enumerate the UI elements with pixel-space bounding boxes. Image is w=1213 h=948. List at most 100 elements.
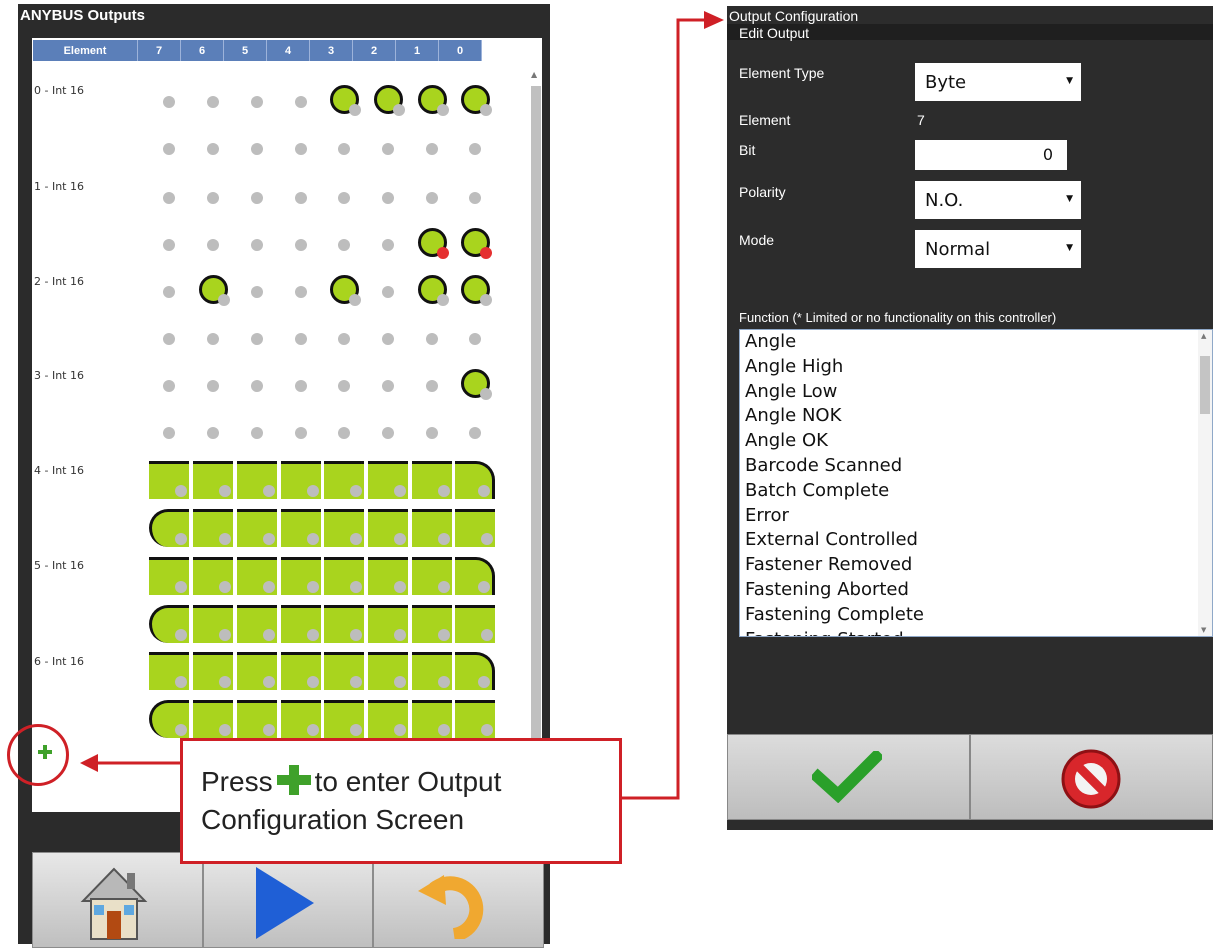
bit-on-block[interactable]: [281, 509, 321, 547]
bit-on-indicator[interactable]: [330, 275, 361, 306]
bit-on-block[interactable]: [281, 461, 321, 499]
bit-off-indicator[interactable]: [382, 143, 394, 155]
function-listbox[interactable]: Angle Angle High Angle Low Angle NOK Angle O…: [739, 329, 1213, 637]
function-option[interactable]: Angle Low: [740, 380, 1212, 405]
bit-on-indicator[interactable]: [461, 228, 492, 259]
bit-off-indicator[interactable]: [382, 286, 394, 298]
function-option[interactable]: Angle OK: [740, 429, 1212, 454]
grid-scrollbar[interactable]: ▲: [528, 38, 542, 812]
bit-on-block[interactable]: [324, 461, 364, 499]
bit-off-indicator[interactable]: [382, 192, 394, 204]
function-option[interactable]: Angle: [740, 330, 1212, 355]
bit-off-indicator[interactable]: [295, 333, 307, 345]
scroll-up-icon[interactable]: ▲: [531, 70, 537, 79]
bit-off-indicator[interactable]: [251, 333, 263, 345]
bit-off-indicator[interactable]: [163, 380, 175, 392]
bit-off-indicator[interactable]: [295, 143, 307, 155]
function-option[interactable]: Angle NOK: [740, 404, 1212, 429]
bit-off-indicator[interactable]: [295, 427, 307, 439]
mode-select[interactable]: Normal ▼: [915, 230, 1081, 268]
bit-off-indicator[interactable]: [338, 239, 350, 251]
bit-on-block[interactable]: [324, 652, 364, 690]
bit-on-block[interactable]: [237, 461, 277, 499]
bit-off-indicator[interactable]: [426, 427, 438, 439]
bit-off-indicator[interactable]: [207, 427, 219, 439]
bit-on-block[interactable]: [368, 461, 408, 499]
bit-on-block[interactable]: [324, 700, 364, 738]
bit-on-block[interactable]: [193, 461, 233, 499]
cancel-button[interactable]: [970, 734, 1213, 820]
bit-off-indicator[interactable]: [163, 143, 175, 155]
scroll-up-icon[interactable]: ▲: [1201, 332, 1206, 340]
bit-on-block[interactable]: [324, 509, 364, 547]
bit-off-indicator[interactable]: [469, 333, 481, 345]
polarity-select[interactable]: N.O. ▼: [915, 181, 1081, 219]
bit-off-indicator[interactable]: [426, 380, 438, 392]
bit-on-block[interactable]: [368, 605, 408, 643]
bit-off-indicator[interactable]: [426, 333, 438, 345]
bit-off-indicator[interactable]: [251, 427, 263, 439]
bit-off-indicator[interactable]: [207, 143, 219, 155]
bit-on-block[interactable]: [455, 700, 495, 738]
bit-on-indicator[interactable]: [199, 275, 230, 306]
bit-off-indicator[interactable]: [338, 192, 350, 204]
bit-on-indicator[interactable]: [418, 228, 449, 259]
function-option[interactable]: Fastening Aborted: [740, 578, 1212, 603]
function-option[interactable]: Barcode Scanned: [740, 454, 1212, 479]
bit-on-indicator[interactable]: [461, 85, 492, 116]
bit-on-indicator[interactable]: [418, 275, 449, 306]
element-type-select[interactable]: Byte ▼: [915, 63, 1081, 101]
bit-on-indicator[interactable]: [330, 85, 361, 116]
bit-on-block[interactable]: [412, 652, 452, 690]
bit-off-indicator[interactable]: [469, 192, 481, 204]
function-scrollbar[interactable]: ▲ ▼: [1198, 330, 1212, 636]
bit-off-indicator[interactable]: [163, 96, 175, 108]
bit-on-block[interactable]: [237, 509, 277, 547]
bit-off-indicator[interactable]: [382, 427, 394, 439]
function-option[interactable]: Fastening Complete: [740, 603, 1212, 628]
bit-on-block[interactable]: [368, 557, 408, 595]
bit-on-block[interactable]: [455, 557, 495, 595]
bit-off-indicator[interactable]: [295, 239, 307, 251]
bit-off-indicator[interactable]: [295, 286, 307, 298]
bit-on-block[interactable]: [412, 557, 452, 595]
bit-off-indicator[interactable]: [295, 380, 307, 392]
bit-off-indicator[interactable]: [338, 333, 350, 345]
bit-off-indicator[interactable]: [338, 380, 350, 392]
bit-off-indicator[interactable]: [469, 427, 481, 439]
bit-off-indicator[interactable]: [338, 427, 350, 439]
bit-off-indicator[interactable]: [207, 333, 219, 345]
bit-on-indicator[interactable]: [461, 369, 492, 400]
bit-on-block[interactable]: [281, 652, 321, 690]
bit-off-indicator[interactable]: [207, 380, 219, 392]
bit-on-block[interactable]: [412, 605, 452, 643]
bit-on-block[interactable]: [368, 700, 408, 738]
bit-on-block[interactable]: [149, 652, 189, 690]
bit-on-block[interactable]: [193, 652, 233, 690]
scroll-thumb[interactable]: [531, 86, 541, 746]
bit-on-block[interactable]: [149, 461, 189, 499]
bit-off-indicator[interactable]: [163, 333, 175, 345]
bit-off-indicator[interactable]: [382, 380, 394, 392]
bit-on-block[interactable]: [368, 509, 408, 547]
bit-off-indicator[interactable]: [163, 239, 175, 251]
bit-on-block[interactable]: [237, 605, 277, 643]
bit-off-indicator[interactable]: [163, 192, 175, 204]
bit-on-indicator[interactable]: [374, 85, 405, 116]
bit-on-block[interactable]: [455, 461, 495, 499]
bit-on-indicator[interactable]: [418, 85, 449, 116]
function-option[interactable]: Fastener Removed: [740, 553, 1212, 578]
bit-off-indicator[interactable]: [251, 380, 263, 392]
bit-off-indicator[interactable]: [251, 286, 263, 298]
bit-off-indicator[interactable]: [251, 239, 263, 251]
function-option[interactable]: Angle High: [740, 355, 1212, 380]
bit-off-indicator[interactable]: [251, 143, 263, 155]
bit-on-block[interactable]: [193, 509, 233, 547]
bit-off-indicator[interactable]: [163, 286, 175, 298]
bit-on-block[interactable]: [281, 557, 321, 595]
bit-on-block[interactable]: [412, 461, 452, 499]
confirm-button[interactable]: [727, 734, 970, 820]
bit-off-indicator[interactable]: [251, 96, 263, 108]
bit-off-indicator[interactable]: [382, 239, 394, 251]
bit-on-block[interactable]: [324, 605, 364, 643]
